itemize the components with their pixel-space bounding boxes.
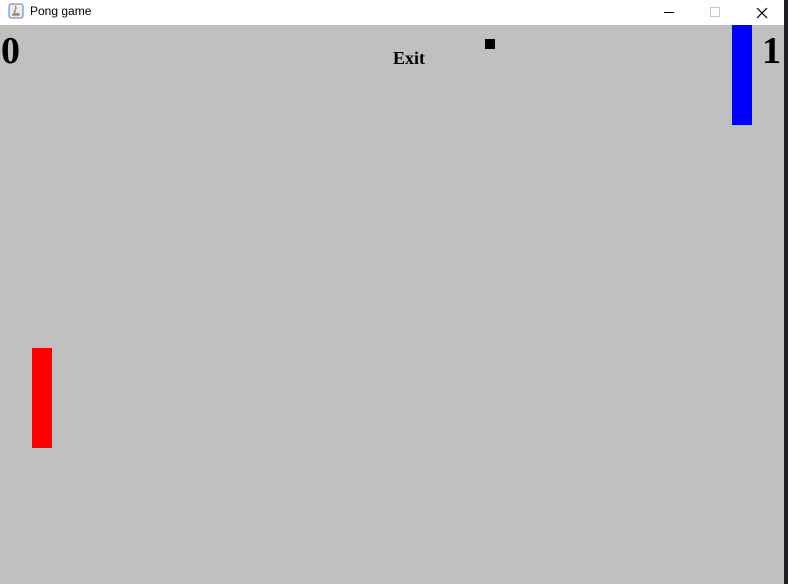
game-court[interactable]: 0 Exit 1 (0, 25, 784, 584)
maximize-icon (710, 7, 720, 17)
ball (485, 39, 495, 49)
close-button[interactable] (738, 0, 784, 25)
title-bar[interactable]: Pong game (0, 0, 784, 25)
minimize-icon (664, 12, 674, 13)
left-paddle[interactable] (32, 348, 52, 448)
close-icon (756, 7, 768, 19)
maximize-button[interactable] (692, 0, 738, 25)
app-window: Pong game 0 Exit 1 (0, 0, 784, 584)
left-player-score: 0 (1, 30, 20, 72)
java-app-icon (8, 3, 24, 19)
window-title: Pong game (30, 4, 92, 18)
right-paddle[interactable] (732, 25, 752, 125)
right-player-score: 1 (762, 30, 781, 72)
minimize-button[interactable] (646, 0, 692, 25)
exit-button[interactable]: Exit (386, 47, 432, 69)
